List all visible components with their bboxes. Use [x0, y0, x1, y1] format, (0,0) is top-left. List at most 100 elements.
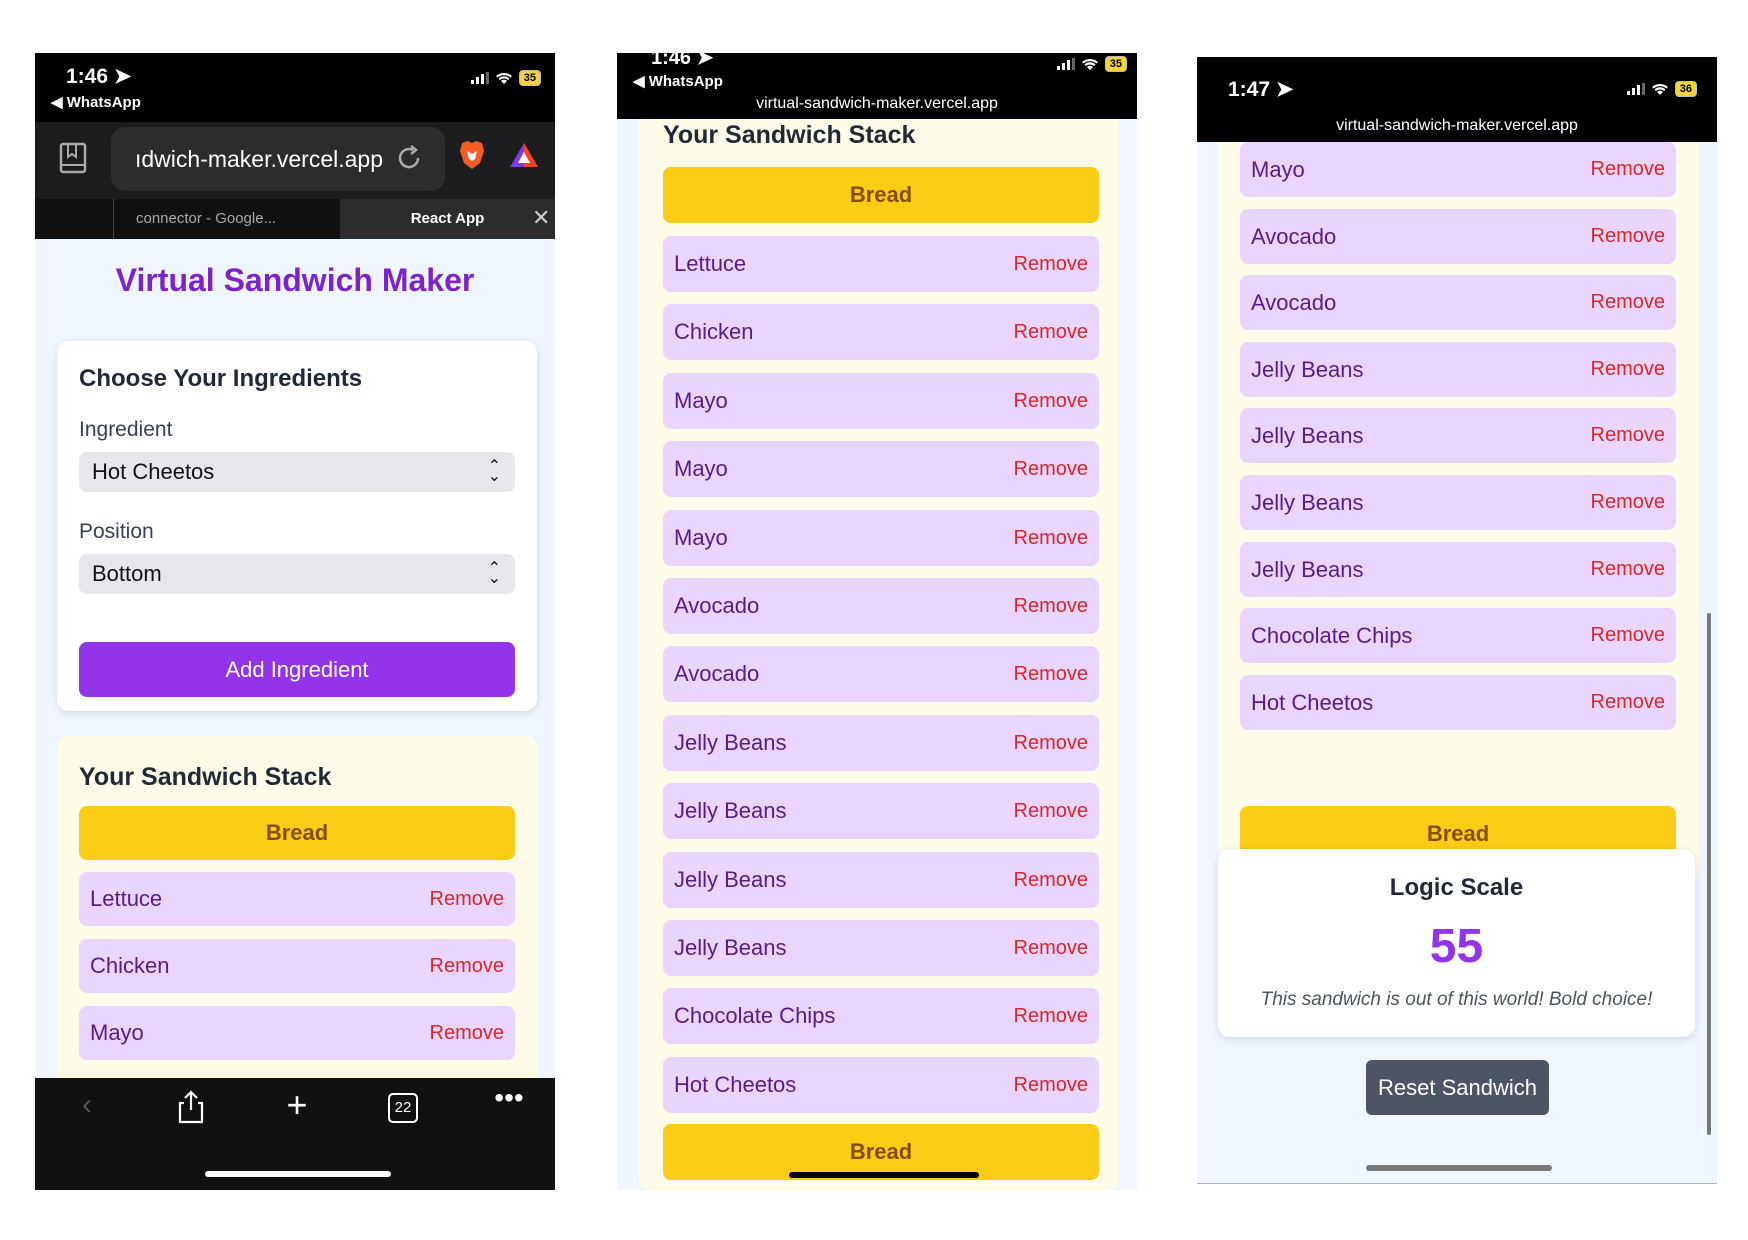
- add-ingredient-button[interactable]: Add Ingredient: [79, 642, 515, 697]
- remove-ingredient-button[interactable]: Remove: [1014, 510, 1088, 566]
- ingredient-row: Mayo Remove: [663, 509, 1099, 566]
- tab-connector[interactable]: connector - Google...: [113, 199, 303, 239]
- remove-ingredient-button[interactable]: Remove: [1014, 852, 1088, 908]
- brave-shield-icon[interactable]: [458, 139, 486, 171]
- home-indicator: [789, 1172, 979, 1178]
- remove-ingredient-button[interactable]: Remove: [1591, 608, 1665, 663]
- brave-rewards-icon[interactable]: [508, 141, 540, 169]
- sandwich-stack-card: Your Sandwich Stack Bread Lettuce Remove C…: [639, 119, 1119, 1190]
- share-icon[interactable]: [177, 1090, 205, 1124]
- remove-ingredient-button[interactable]: Remove: [1591, 142, 1665, 197]
- tab-count-icon[interactable]: 22: [388, 1093, 418, 1123]
- remove-ingredient-button[interactable]: Remove: [1014, 304, 1088, 360]
- remove-ingredient-button[interactable]: Remove: [1014, 441, 1088, 497]
- remove-ingredient-button[interactable]: Remove: [430, 939, 504, 993]
- scrollbar[interactable]: [1707, 613, 1711, 1135]
- ingredient-row: Chocolate Chips Remove: [663, 988, 1099, 1045]
- tab-strip: connector - Google... React App ✕: [35, 199, 555, 239]
- status-icons: 35: [1056, 56, 1127, 72]
- position-select-value: Bottom: [92, 561, 162, 586]
- remove-ingredient-button[interactable]: Remove: [1014, 373, 1088, 429]
- ingredient-name: Jelly Beans: [1251, 356, 1364, 382]
- bookmarks-icon[interactable]: [58, 141, 88, 175]
- phone-screen-3: 1:47 ➤ 36 virtual-sandwich-maker.vercel.…: [1197, 57, 1717, 1184]
- logic-scale-message: This sandwich is out of this world! Bold…: [1260, 989, 1653, 1010]
- ingredient-row: Mayo Remove: [79, 1006, 515, 1060]
- ingredient-name: Mayo: [1251, 157, 1305, 182]
- bread-layer-top: Bread: [663, 167, 1099, 223]
- ingredient-name: Lettuce: [674, 251, 747, 276]
- status-bar: 1:46 ➤ ◀ WhatsApp 35 virtual-sandwich-ma…: [617, 53, 1137, 119]
- remove-ingredient-button[interactable]: Remove: [1591, 209, 1665, 264]
- remove-ingredient-button[interactable]: Remove: [1014, 920, 1088, 976]
- ingredient-name: Jelly Beans: [1251, 490, 1364, 515]
- remove-ingredient-button[interactable]: Remove: [1014, 988, 1088, 1044]
- ingredient-name: Hot Cheetos: [1251, 689, 1374, 715]
- stack-title: Your Sandwich Stack: [79, 763, 332, 791]
- ingredient-row: Jelly Beans Remove: [663, 783, 1099, 840]
- new-tab-icon[interactable]: +: [275, 1084, 319, 1126]
- location-arrow-icon: ➤: [1275, 78, 1294, 101]
- ingredient-row: Jelly Beans Remove: [663, 714, 1099, 771]
- ingredient-select[interactable]: Hot Cheetos ⌃ ⌄: [79, 452, 515, 492]
- ingredient-name: Avocado: [674, 593, 760, 618]
- status-bar: 1:47 ➤ 36 virtual-sandwich-maker.vercel.…: [1197, 57, 1717, 142]
- remove-ingredient-button[interactable]: Remove: [1014, 1057, 1088, 1113]
- logic-scale-title: Logic Scale: [1389, 874, 1524, 901]
- remove-ingredient-button[interactable]: Remove: [430, 872, 504, 926]
- ingredient-row: Jelly Beans Remove: [663, 851, 1099, 908]
- ingredient-row: Avocado Remove: [1240, 275, 1676, 331]
- clock: 1:47: [1228, 78, 1271, 101]
- remove-ingredient-button[interactable]: Remove: [1591, 408, 1665, 463]
- status-icons: 36: [1626, 81, 1697, 97]
- phone-screen-2: 1:46 ➤ ◀ WhatsApp 35 virtual-sandwich-ma…: [617, 53, 1137, 1190]
- reset-sandwich-button[interactable]: Reset Sandwich: [1366, 1060, 1549, 1115]
- remove-ingredient-button[interactable]: Remove: [1591, 275, 1665, 330]
- ingredient-row: Chocolate Chips Remove: [1240, 608, 1676, 664]
- status-icons: 35: [470, 70, 541, 86]
- remove-ingredient-button[interactable]: Remove: [1591, 475, 1665, 530]
- clock: 1:46: [66, 65, 109, 88]
- ingredient-name: Jelly Beans: [1251, 556, 1364, 582]
- more-options-icon[interactable]: •••: [487, 1082, 531, 1114]
- ingredient-row: Hot Cheetos Remove: [1240, 674, 1676, 730]
- ingredient-row: Jelly Beans Remove: [1240, 408, 1676, 464]
- phone-screen-1: 1:46 ➤ ◀ WhatsApp 35 ıdwich-maker.vercel…: [35, 53, 555, 1190]
- remove-ingredient-button[interactable]: Remove: [1014, 783, 1088, 839]
- remove-ingredient-button[interactable]: Remove: [1014, 578, 1088, 634]
- logic-scale-score: 55: [1429, 920, 1484, 973]
- address-bar-url[interactable]: virtual-sandwich-maker.vercel.app: [1197, 117, 1717, 135]
- ingredient-row: Hot Cheetos Remove: [663, 1056, 1099, 1113]
- ingredient-name: Avocado: [674, 661, 760, 687]
- ingredient-row: Jelly Beans Remove: [1240, 475, 1676, 530]
- remove-ingredient-button[interactable]: Remove: [1591, 342, 1665, 397]
- reload-icon[interactable]: [394, 143, 424, 173]
- select-chevron-icon: ⌃ ⌄: [487, 560, 501, 587]
- ingredient-row: Avocado Remove: [663, 578, 1099, 634]
- remove-ingredient-button[interactable]: Remove: [1591, 542, 1665, 597]
- address-bar-url[interactable]: virtual-sandwich-maker.vercel.app: [617, 95, 1137, 113]
- ingredient-name: Avocado: [1251, 223, 1337, 249]
- remove-ingredient-button[interactable]: Remove: [1591, 675, 1665, 730]
- position-label: Position: [79, 520, 154, 543]
- close-tab-icon[interactable]: ✕: [532, 205, 550, 231]
- ingredient-name: Hot Cheetos: [674, 1071, 797, 1097]
- remove-ingredient-button[interactable]: Remove: [1014, 236, 1088, 292]
- cellular-signal-icon: [1056, 58, 1075, 70]
- back-icon[interactable]: ‹: [65, 1088, 109, 1122]
- remove-ingredient-button[interactable]: Remove: [1014, 715, 1088, 771]
- position-select[interactable]: Bottom ⌃ ⌄: [79, 554, 515, 594]
- bread-layer-top: Bread: [79, 806, 515, 860]
- ingredient-row: Jelly Beans Remove: [1240, 541, 1676, 597]
- remove-ingredient-button[interactable]: Remove: [430, 1006, 504, 1060]
- home-indicator: [1366, 1165, 1552, 1171]
- back-to-whatsapp-link[interactable]: ◀ WhatsApp: [633, 72, 723, 90]
- tab-react-app[interactable]: React App: [340, 199, 555, 239]
- ingredient-row: Jelly Beans Remove: [1240, 341, 1676, 397]
- ingredient-name: Chicken: [90, 953, 170, 978]
- cellular-signal-icon: [470, 72, 489, 84]
- battery-indicator: 35: [1104, 56, 1127, 72]
- back-to-whatsapp-link[interactable]: ◀ WhatsApp: [51, 93, 141, 111]
- remove-ingredient-button[interactable]: Remove: [1014, 646, 1088, 702]
- ingredient-name: Mayo: [674, 456, 728, 482]
